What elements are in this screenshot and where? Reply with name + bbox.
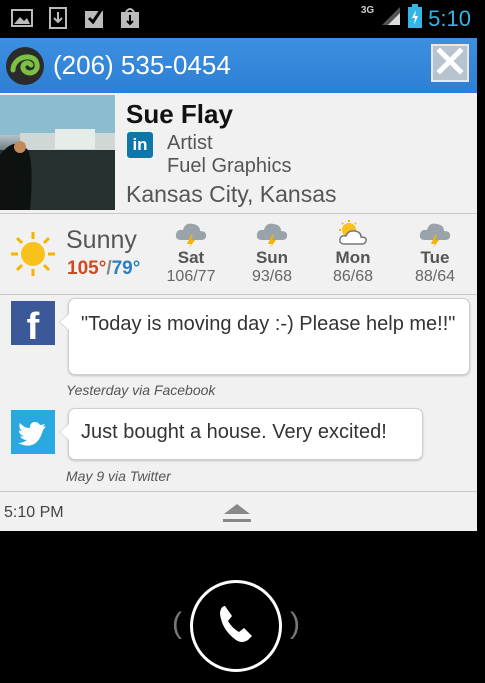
linkedin-icon[interactable]: in [127, 132, 153, 158]
expand-up-icon[interactable] [221, 502, 253, 526]
thunderstorm-icon [173, 220, 209, 248]
forecast-day-range: 86/68 [332, 268, 374, 285]
sunny-icon [10, 231, 56, 277]
phone-handset-icon [214, 602, 258, 651]
swirl-logo-icon [5, 46, 45, 86]
contact-job-title: Artist [167, 132, 213, 154]
forecast-day: Sun 93/68 [242, 220, 302, 286]
caller-info-card: Sue Flay in Artist Fuel Graphics Kansas … [0, 93, 477, 531]
forecast-day-range: 106/77 [166, 268, 216, 285]
forecast-day: Sat 106/77 [161, 220, 221, 286]
temp-high: 105° [67, 258, 107, 279]
status-bar: 3G 5:10 [0, 0, 485, 38]
slide-hint-right: ) [290, 607, 300, 640]
caller-phone-number: (206) 535-0454 [53, 50, 231, 80]
network-type-label: 3G [360, 5, 375, 16]
current-temperature: 105°/79° [67, 258, 140, 280]
post-bubble[interactable]: "Today is moving day :-) Please help me!… [59, 298, 470, 375]
contact-company: Fuel Graphics [167, 155, 292, 177]
forecast-day-name: Mon [335, 248, 371, 267]
twitter-icon [11, 410, 55, 454]
contact-name: Sue Flay [126, 99, 233, 129]
footer-time: 5:10 PM [4, 504, 64, 521]
download-icon [46, 6, 70, 30]
answer-call-button[interactable] [190, 580, 282, 672]
battery-icon [408, 4, 423, 33]
forecast-day: Mon 86/68 [323, 220, 383, 286]
contact-location: Kansas City, Kansas [126, 181, 337, 207]
facebook-icon: f [11, 301, 55, 345]
caller-header: (206) 535-0454 [0, 38, 477, 93]
thunderstorm-icon [417, 220, 453, 248]
slide-hint-left: ( [172, 607, 182, 640]
temp-low: 79° [111, 258, 141, 279]
close-icon [436, 46, 464, 80]
contact-section: Sue Flay in Artist Fuel Graphics Kansas … [0, 93, 477, 214]
forecast-day-name: Sat [177, 248, 205, 267]
checkbox-icon [82, 6, 106, 30]
thunderstorm-icon [254, 220, 290, 248]
status-time: 5:10 [428, 5, 471, 31]
close-button[interactable] [431, 44, 469, 82]
signal-icon [380, 5, 402, 32]
forecast-day-name: Tue [420, 248, 450, 267]
contact-photo [0, 95, 115, 210]
forecast-day-range: 93/68 [251, 268, 293, 285]
notification-icons [10, 6, 142, 30]
card-footer: 5:10 PM [0, 491, 477, 532]
forecast-day: Tue 88/64 [405, 220, 465, 286]
post-bubble[interactable]: Just bought a house. Very excited! [59, 408, 423, 460]
post-meta: Yesterday via Facebook [66, 382, 216, 398]
forecast-day-range: 88/64 [414, 268, 456, 285]
weather-condition: Sunny [66, 226, 137, 254]
post-meta: May 9 via Twitter [66, 468, 171, 484]
shopping-bag-icon [118, 6, 142, 30]
image-icon [10, 6, 34, 30]
partly-cloudy-icon [335, 220, 371, 248]
forecast-day-name: Sun [255, 248, 289, 267]
weather-section: Sunny 105°/79° Sat 106/77 Sun 93/68 Mon … [0, 214, 477, 295]
